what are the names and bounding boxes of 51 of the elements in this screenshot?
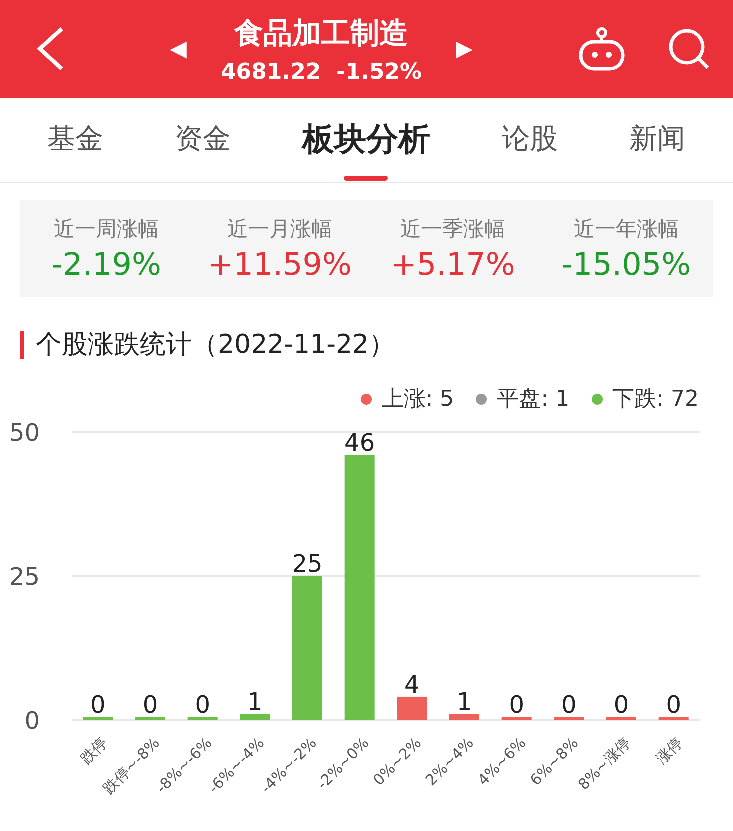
stat-value: +11.59% xyxy=(208,246,352,282)
bar xyxy=(606,717,636,720)
stat-value: +5.17% xyxy=(390,246,516,282)
bar xyxy=(83,717,114,720)
bar xyxy=(240,714,270,720)
stat-label: 近一年涨幅 xyxy=(574,216,679,242)
section-title: 个股涨跌统计（2022-11-22） xyxy=(36,329,396,362)
previous-button[interactable]: ◀ xyxy=(170,36,187,62)
value-label: 0 xyxy=(90,691,106,719)
legend-label: 上涨: 5 xyxy=(382,386,454,414)
value-label: 46 xyxy=(344,429,376,458)
tab[interactable]: 基金 xyxy=(42,98,110,182)
value-label: 0 xyxy=(614,691,630,719)
value-label: 0 xyxy=(509,691,524,719)
axis-label: 0 xyxy=(24,707,40,735)
bar xyxy=(502,717,532,720)
stat-value: -2.19% xyxy=(52,246,162,282)
stat-label: 近一月涨幅 xyxy=(227,216,332,242)
value-label: 4 xyxy=(404,670,420,699)
axis-label: 25 xyxy=(9,563,40,591)
legend-label: 平盘: 1 xyxy=(497,386,570,414)
value-label: 0 xyxy=(142,691,158,719)
search-icon[interactable] xyxy=(667,27,711,71)
value-label: 1 xyxy=(248,688,263,716)
robot-icon[interactable] xyxy=(577,27,627,71)
bar xyxy=(554,717,584,720)
tab[interactable]: 板块分析 xyxy=(296,98,436,182)
value-label: 25 xyxy=(292,550,323,578)
stat-label: 近一季涨幅 xyxy=(400,216,506,242)
value-label: 1 xyxy=(456,688,472,716)
stat-value: -15.05% xyxy=(562,246,692,282)
bar xyxy=(136,717,166,720)
legend-label: 下跌: 72 xyxy=(612,386,699,414)
sector-title: 食品加工制造 xyxy=(234,14,408,52)
value-label: 0 xyxy=(195,691,210,719)
bar xyxy=(658,717,689,720)
value-label: 0 xyxy=(666,691,682,719)
axis-label: 50 xyxy=(9,419,40,447)
bar xyxy=(450,714,480,720)
bar xyxy=(188,717,218,720)
tab[interactable]: 论股 xyxy=(496,98,564,182)
value-label: 0 xyxy=(562,691,577,719)
back-button[interactable] xyxy=(36,27,66,71)
next-button[interactable]: ▶ xyxy=(456,36,473,62)
tab[interactable]: 资金 xyxy=(169,98,238,182)
stat-label: 近一周涨幅 xyxy=(54,216,160,242)
bar xyxy=(397,696,428,720)
axis-label: 跌停 xyxy=(77,734,111,768)
axis-label: 涨停 xyxy=(652,734,687,768)
price-quote: 4681.22 -1.52% xyxy=(221,60,422,84)
tab[interactable]: 新闻 xyxy=(623,98,692,182)
